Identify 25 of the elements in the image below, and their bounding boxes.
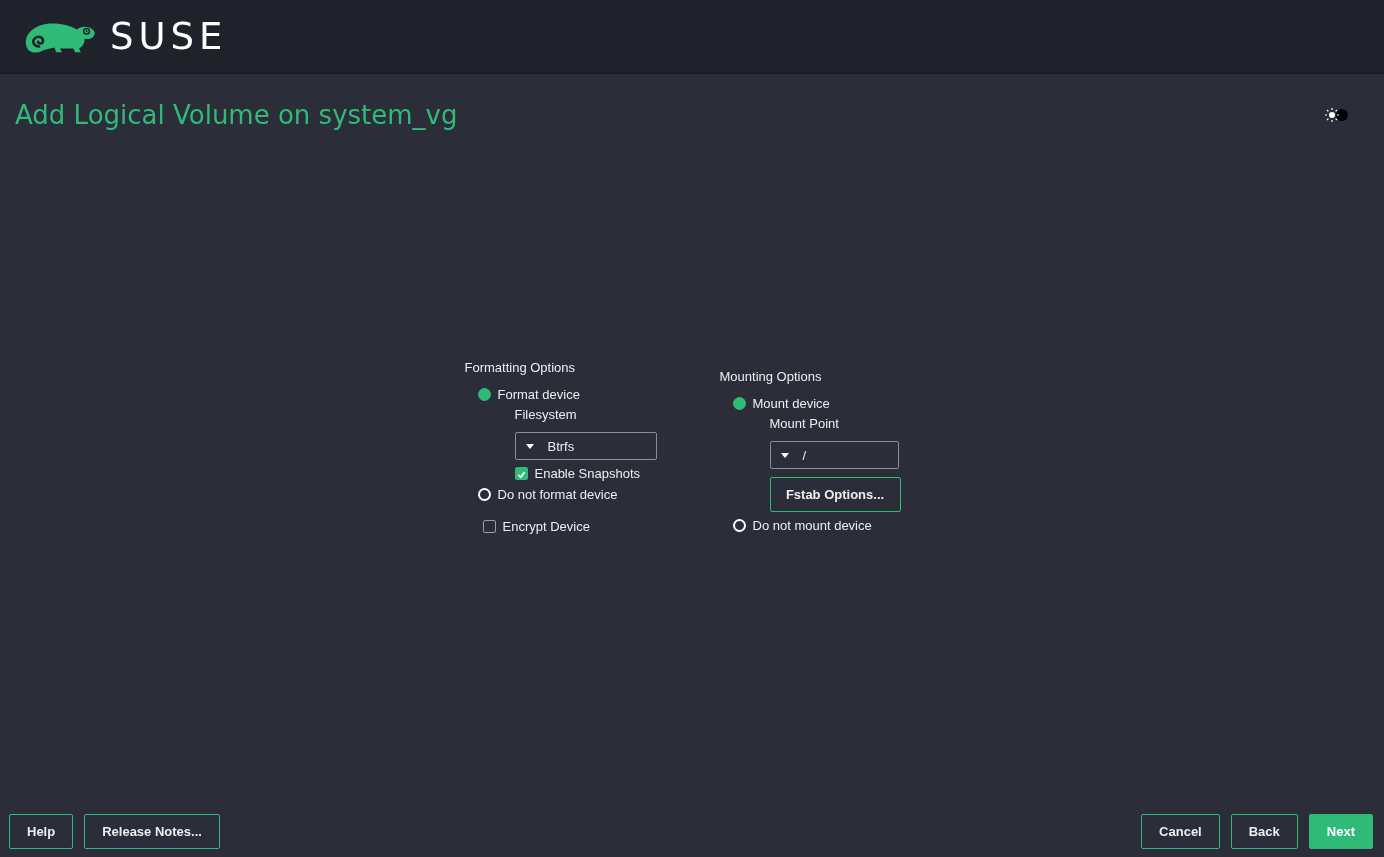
field-label: Filesystem bbox=[514, 407, 577, 422]
checkbox[interactable] bbox=[514, 467, 528, 480]
radio-label[interactable]: Do not format device bbox=[497, 486, 618, 502]
section-heading: Mounting Options bbox=[719, 369, 822, 384]
page-title: Add Logical Volume on system_vg bbox=[15, 100, 458, 130]
mount-point-dropdown[interactable]: / bbox=[769, 441, 899, 469]
checkbox-label[interactable]: Enable Snapshots bbox=[534, 466, 641, 481]
footer-button[interactable]: Back bbox=[1230, 814, 1298, 849]
filesystem-dropdown[interactable]: Btrfs bbox=[514, 432, 657, 460]
logo-wordmark: SUSE bbox=[110, 15, 228, 58]
section-heading: Formatting Options bbox=[464, 360, 576, 375]
radio-button[interactable] bbox=[477, 387, 491, 401]
field-label: Mount Point bbox=[769, 416, 839, 431]
caret-icon bbox=[525, 443, 534, 449]
radio-label[interactable]: Do not mount device bbox=[752, 517, 872, 533]
checkbox-label[interactable]: Encrypt Device bbox=[502, 519, 590, 534]
radio-label[interactable]: Mount device bbox=[752, 395, 830, 411]
radio-label[interactable]: Format device bbox=[497, 386, 580, 402]
footer-button[interactable]: Cancel bbox=[1141, 814, 1220, 849]
footer-button[interactable]: Release Notes... bbox=[84, 814, 220, 849]
checkbox[interactable] bbox=[482, 520, 496, 533]
caret-icon bbox=[780, 452, 789, 458]
radio-button[interactable] bbox=[732, 396, 746, 410]
fstab-options-button[interactable]: Fstab Options... bbox=[769, 477, 901, 512]
footer-button[interactable]: Help bbox=[9, 814, 74, 849]
